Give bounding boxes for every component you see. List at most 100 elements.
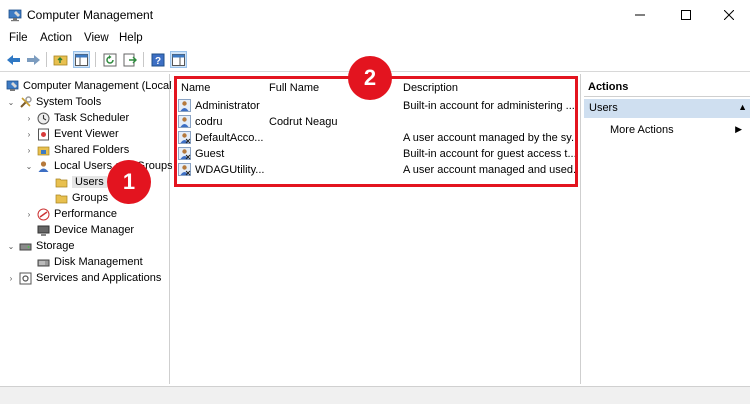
user-name: WDAGUtility... xyxy=(195,164,265,176)
tree-item-performance[interactable]: › Performance xyxy=(24,206,117,222)
user-name: DefaultAcco... xyxy=(195,132,264,144)
chevron-right-icon[interactable]: › xyxy=(24,145,34,155)
tree-label: Services and Applications xyxy=(36,272,162,284)
menu-help[interactable]: Help xyxy=(119,32,143,44)
chevron-right-icon[interactable]: › xyxy=(24,113,34,123)
user-description: A user account managed and used... xyxy=(403,164,575,176)
properties-icon xyxy=(172,53,185,66)
back-arrow-icon xyxy=(6,54,20,65)
tree-label: Disk Management xyxy=(54,256,143,268)
column-header-name[interactable]: Name xyxy=(181,82,210,94)
forward-arrow-icon xyxy=(26,54,40,65)
refresh-icon xyxy=(103,53,116,66)
user-row-defaultaccount[interactable]: DefaultAcco... A user account managed by… xyxy=(177,130,577,146)
tree-item-device-manager[interactable]: Device Manager xyxy=(37,222,134,238)
local-users-icon xyxy=(38,160,49,172)
export-list-button[interactable] xyxy=(121,51,138,68)
help-button[interactable]: ? xyxy=(149,51,166,68)
computer-management-window: Computer Management File Action View Hel… xyxy=(0,0,750,404)
tree-label: Performance xyxy=(54,208,117,220)
annotation-callout-2: 2 xyxy=(348,56,392,100)
user-row-guest[interactable]: Guest Built-in account for guest access … xyxy=(177,146,577,162)
user-row-codru[interactable]: codru Codrut Neagu xyxy=(177,114,577,130)
column-header-description[interactable]: Description xyxy=(403,82,458,94)
tree-item-local-users-and-groups[interactable]: ⌄ Local Users and Groups xyxy=(24,158,173,174)
user-account-icon xyxy=(178,115,191,128)
tree-label: Device Manager xyxy=(54,224,135,236)
user-description: A user account managed by the sy... xyxy=(403,132,575,144)
storage-icon xyxy=(19,243,32,250)
user-row-wdagutilityaccount[interactable]: WDAGUtility... A user account managed an… xyxy=(177,162,577,178)
computer-management-icon xyxy=(6,80,19,91)
folder-icon xyxy=(55,194,68,203)
collapse-up-icon[interactable]: ▲ xyxy=(738,102,747,112)
tree-label: Storage xyxy=(36,240,75,252)
user-list-pane: Name Full Name Description Administrator… xyxy=(172,74,581,384)
properties-button[interactable] xyxy=(170,51,187,68)
toolbar-separator xyxy=(143,52,144,67)
user-account-icon xyxy=(178,147,191,160)
chevron-right-icon[interactable]: › xyxy=(6,273,16,283)
show-hide-tree-button[interactable] xyxy=(73,51,90,68)
menu-file[interactable]: File xyxy=(9,32,28,44)
tree-label: Users xyxy=(72,176,107,188)
actions-title: Actions xyxy=(588,81,629,93)
system-tools-icon xyxy=(20,95,32,108)
tree-label: Event Viewer xyxy=(54,128,119,140)
user-account-icon xyxy=(178,131,191,144)
user-name: codru xyxy=(195,116,223,128)
toolbar-separator xyxy=(46,52,47,67)
window-title: Computer Management xyxy=(27,8,154,22)
minimize-button[interactable] xyxy=(618,0,662,30)
tree-label: Computer Management (Local) xyxy=(23,80,176,92)
back-button[interactable] xyxy=(5,51,22,68)
user-full-name: Codrut Neagu xyxy=(269,116,338,128)
help-icon: ? xyxy=(151,53,164,67)
user-account-icon xyxy=(178,99,191,112)
toolbar-separator xyxy=(95,52,96,67)
chevron-right-icon[interactable]: › xyxy=(24,209,34,219)
chevron-down-icon[interactable]: ⌄ xyxy=(6,97,16,107)
tree-label: Shared Folders xyxy=(54,144,130,156)
export-list-icon xyxy=(123,53,137,66)
tree-item-computer-management[interactable]: Computer Management (Local) xyxy=(6,78,175,94)
tree-item-storage[interactable]: ⌄ Storage xyxy=(6,238,75,254)
title-bar: Computer Management xyxy=(0,0,750,30)
close-button[interactable] xyxy=(707,0,750,30)
user-name: Administrator xyxy=(195,100,260,112)
tree-item-services-and-applications[interactable]: › Services and Applications xyxy=(6,270,161,286)
tree-item-event-viewer[interactable]: › Event Viewer xyxy=(24,126,119,142)
tree-item-users[interactable]: Users xyxy=(55,174,107,190)
shared-folders-icon xyxy=(37,146,50,155)
tree-label: Task Scheduler xyxy=(54,112,130,124)
computer-management-app-icon xyxy=(8,9,22,22)
minimize-icon xyxy=(635,14,645,16)
tree-item-shared-folders[interactable]: › Shared Folders xyxy=(24,142,130,158)
maximize-icon xyxy=(681,10,691,20)
up-level-button[interactable] xyxy=(52,51,69,68)
device-manager-icon xyxy=(37,225,50,236)
user-account-icon xyxy=(178,163,191,176)
tree-item-disk-management[interactable]: Disk Management xyxy=(37,254,143,270)
chevron-right-icon[interactable]: › xyxy=(24,129,34,139)
tree-item-task-scheduler[interactable]: › Task Scheduler xyxy=(24,110,129,126)
tree-item-system-tools[interactable]: ⌄ System Tools xyxy=(6,94,101,110)
user-row-administrator[interactable]: Administrator Built-in account for admin… xyxy=(177,98,577,114)
more-actions-link[interactable]: More Actions xyxy=(610,124,674,136)
user-description: Built-in account for administering ... xyxy=(403,100,575,112)
column-header-full-name[interactable]: Full Name xyxy=(269,82,319,94)
submenu-arrow-icon: ▶ xyxy=(735,124,742,134)
disk-management-icon xyxy=(37,259,50,266)
refresh-button[interactable] xyxy=(101,51,118,68)
chevron-down-icon[interactable]: ⌄ xyxy=(6,241,16,251)
menu-view[interactable]: View xyxy=(84,32,109,44)
actions-group-users[interactable]: Users ▲ xyxy=(584,99,750,118)
maximize-button[interactable] xyxy=(664,0,708,30)
tree-label: System Tools xyxy=(36,96,102,108)
actions-group-label: Users xyxy=(589,102,618,114)
chevron-down-icon[interactable]: ⌄ xyxy=(24,161,34,171)
menu-action[interactable]: Action xyxy=(40,32,72,44)
forward-button[interactable] xyxy=(24,51,41,68)
tree-item-groups[interactable]: Groups xyxy=(55,190,108,206)
services-applications-icon xyxy=(19,272,32,284)
